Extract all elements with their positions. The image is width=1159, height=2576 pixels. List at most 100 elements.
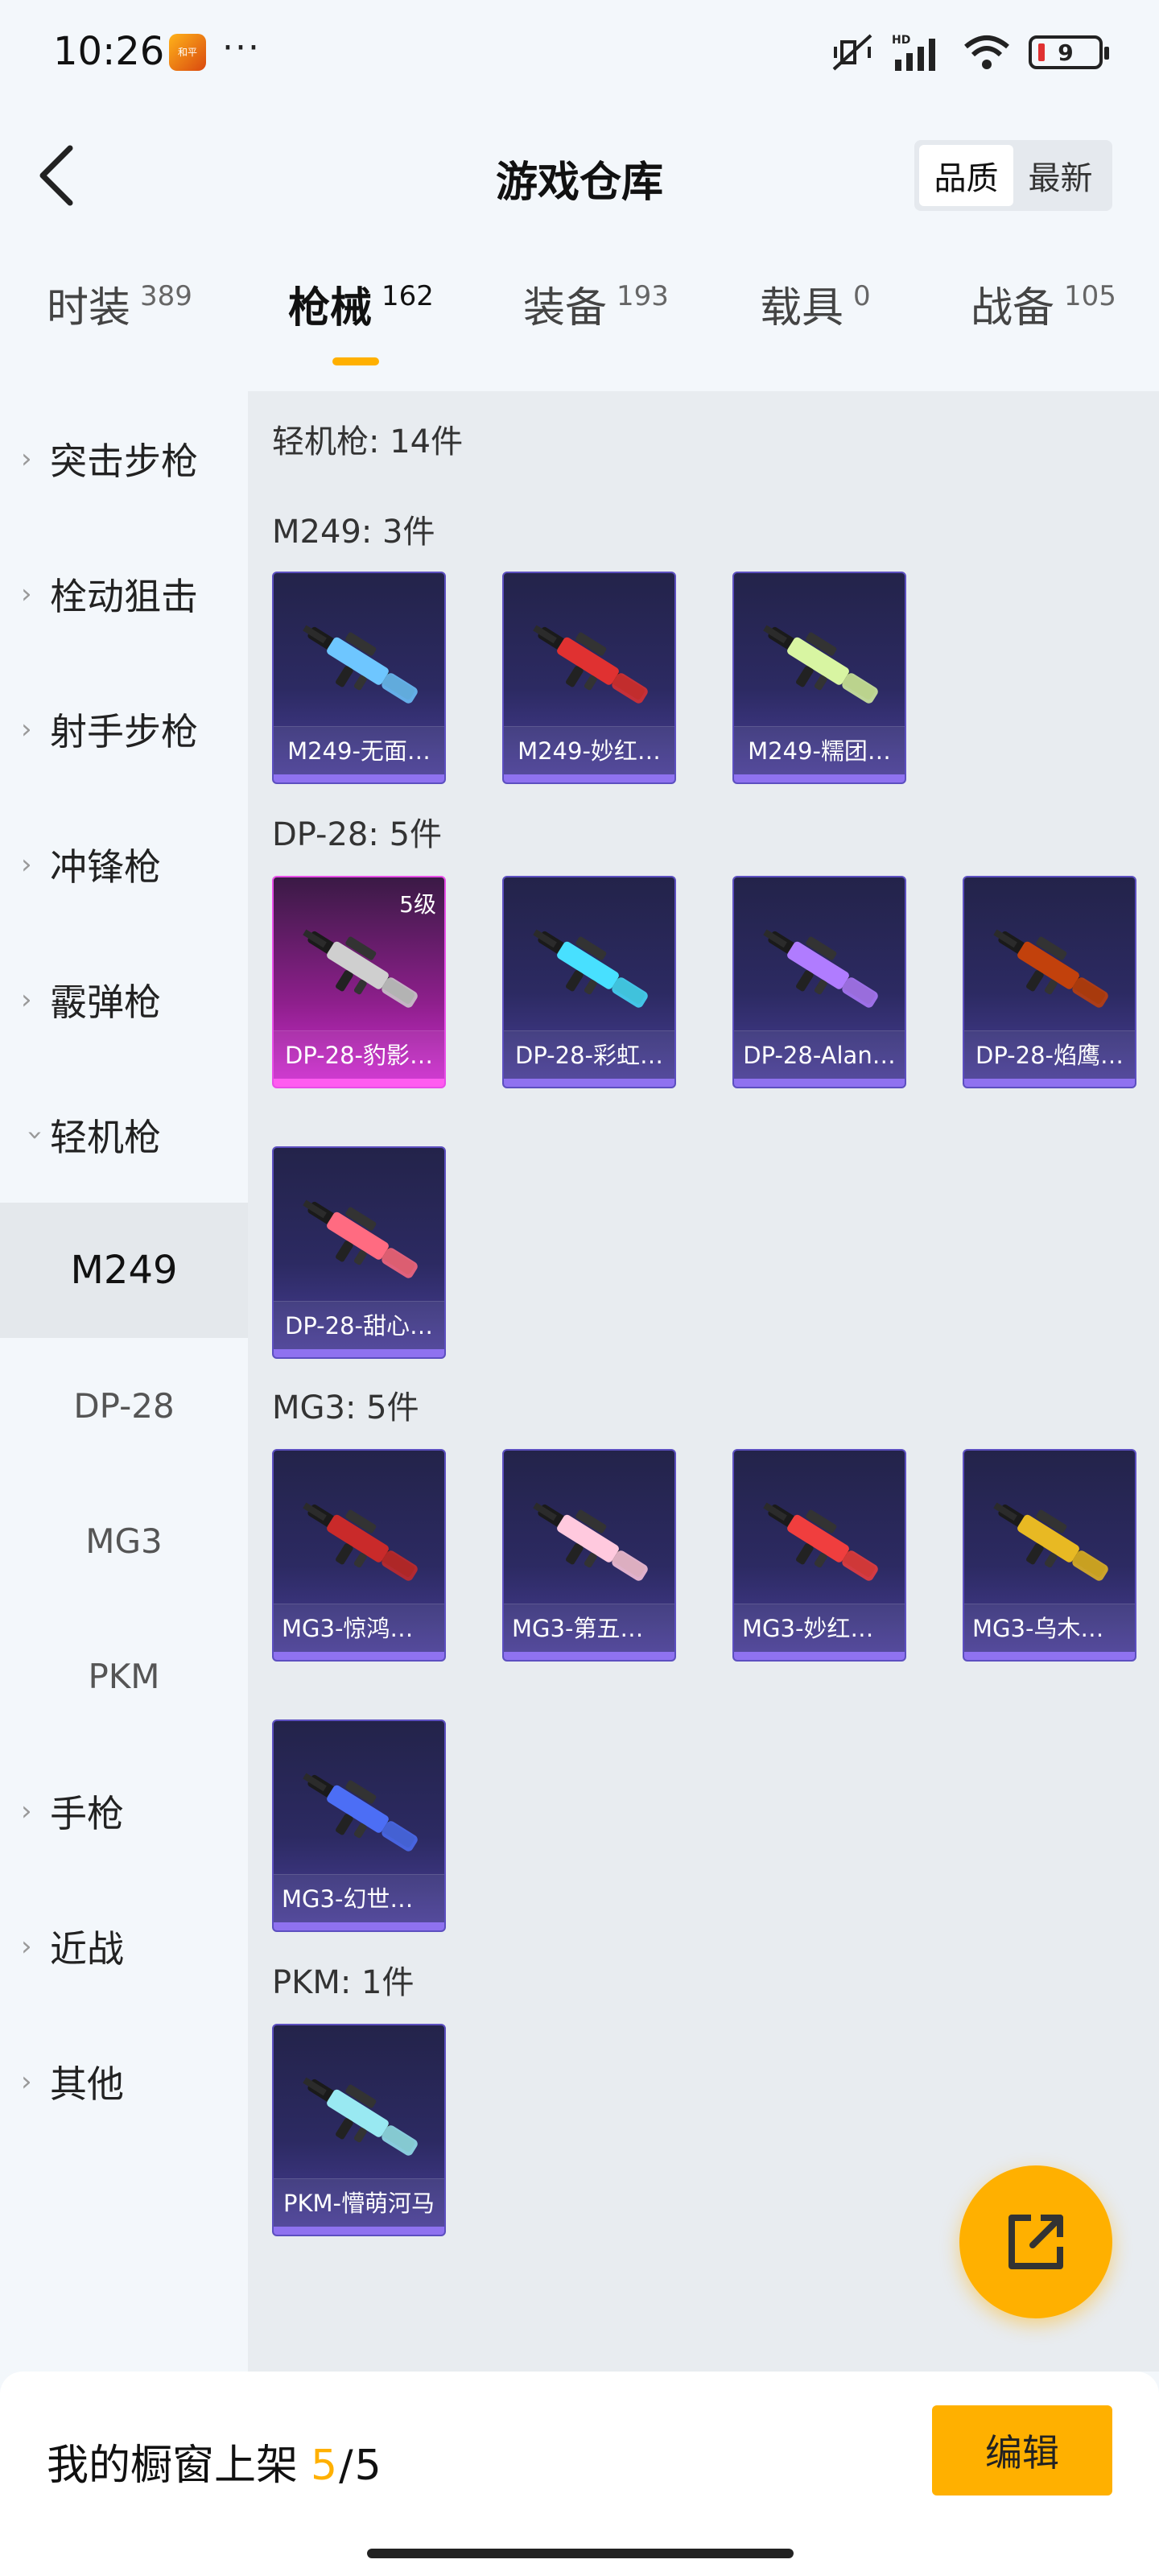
sidebar-item-label: 霰弹枪 (50, 980, 161, 1024)
tab-count: 105 (1064, 280, 1116, 312)
sidebar-item-bolt-sniper[interactable]: › 栓动狙击 (0, 526, 248, 662)
gun-part (566, 970, 584, 992)
item-card[interactable]: MG3-第五大道 (502, 1449, 676, 1662)
item-name: DP-28-Alan… (734, 1030, 905, 1079)
sidebar-item-other[interactable]: › 其他 (0, 2014, 248, 2149)
gun-skin-image (303, 2077, 418, 2156)
gun-part (336, 1241, 353, 1262)
tab-count: 0 (853, 280, 871, 312)
sidebar-subitem-mg3[interactable]: MG3 (0, 1473, 248, 1608)
gun-part (336, 1543, 353, 1565)
group-title-dp28: DP-28: 5件 (272, 816, 443, 853)
battery-icon: 9 (1029, 35, 1109, 69)
item-card[interactable]: MG3-妙红点点 (732, 1449, 906, 1662)
sidebar-item-label: 其他 (50, 2062, 124, 2106)
gun-skin-image (303, 1773, 418, 1852)
tab-vehicles[interactable]: 载具 0 (760, 274, 871, 334)
chevron-right-icon: › (21, 984, 32, 1016)
item-card[interactable]: PKM-懵萌河马 (272, 2024, 446, 2236)
chevron-right-icon: › (21, 1795, 32, 1827)
showcase-total-count: 5 (354, 2442, 382, 2490)
sidebar-item-label: 轻机枪 (50, 1116, 161, 1159)
category-sidebar: › 突击步枪 › 栓动狙击 › 射手步枪 › 冲锋枪 › 霰弹枪 › 轻机枪 M… (0, 391, 248, 2372)
edit-button[interactable]: 编辑 (932, 2405, 1112, 2496)
chevron-right-icon: › (21, 713, 32, 745)
group-title-pkm: PKM: 1件 (272, 1964, 415, 2001)
showcase-current-count: 5 (311, 2442, 338, 2490)
item-card[interactable]: DP-28-Alan… (732, 876, 906, 1088)
gun-skin-image (533, 625, 648, 704)
item-card[interactable]: MG3-乌木金纹 (963, 1449, 1136, 1662)
battery-low-indicator (1038, 43, 1045, 61)
item-card[interactable]: M249-妙红… (502, 572, 676, 784)
share-button[interactable] (959, 2165, 1112, 2318)
sidebar-item-smg[interactable]: › 冲锋枪 (0, 797, 248, 932)
item-name: DP-28-豹影… (274, 1030, 444, 1079)
app-notification-icon: 和平 (169, 34, 206, 71)
category-tabs: 时装 389 枪械 162 装备 193 载具 0 战备 105 (0, 274, 1159, 370)
item-name: DP-28-彩虹… (504, 1030, 674, 1079)
item-name: MG3-幻世战… (274, 1874, 444, 1922)
sidebar-item-label: 手枪 (50, 1792, 124, 1835)
sidebar-subitem-dp28[interactable]: DP-28 (0, 1338, 248, 1473)
tab-guns[interactable]: 枪械 162 (288, 274, 434, 365)
item-name: DP-28-甜心… (274, 1301, 444, 1349)
gun-part (796, 666, 814, 687)
bottom-bar: 我的橱窗上架 5 / 5 编辑 (0, 2372, 1159, 2576)
tab-count: 193 (617, 280, 669, 312)
gun-skin-image (993, 1502, 1108, 1581)
sidebar-subitem-pkm[interactable]: PKM (0, 1608, 248, 1744)
tab-equipment[interactable]: 装备 193 (523, 274, 669, 334)
status-icons: HD 9 (831, 32, 1109, 72)
sidebar-item-pistol[interactable]: › 手枪 (0, 1744, 248, 1879)
gun-part (336, 2118, 353, 2140)
signal-icon: HD (892, 34, 935, 71)
sidebar-item-label: 突击步枪 (50, 440, 198, 483)
more-notifications-icon: ··· (222, 27, 261, 68)
item-card[interactable]: MG3-惊鸿侠骨 (272, 1449, 446, 1662)
sidebar-item-marksman-rifle[interactable]: › 射手步枪 (0, 662, 248, 797)
sidebar-item-label: 射手步枪 (50, 710, 198, 753)
gun-part (336, 1814, 353, 1835)
tab-label: 时装 (47, 284, 131, 332)
header: 游戏仓库 品质 最新 (0, 121, 1159, 233)
status-bar: 10:26 和平 ··· HD 9 (0, 0, 1159, 105)
chevron-right-icon: › (21, 443, 32, 475)
item-level-badge: 5级 (399, 891, 436, 918)
gun-part (566, 666, 584, 687)
item-card[interactable]: MG3-幻世战… (272, 1719, 446, 1932)
sidebar-item-lmg[interactable]: › 轻机枪 (0, 1067, 248, 1203)
active-tab-indicator (332, 357, 379, 365)
item-card[interactable]: DP-28-彩虹… (502, 876, 676, 1088)
category-summary: 轻机枪: 14件 (272, 423, 464, 460)
sidebar-subitem-m249[interactable]: M249 (0, 1203, 248, 1338)
item-card[interactable]: M249-糯团… (732, 572, 906, 784)
sidebar-item-shotgun[interactable]: › 霰弹枪 (0, 932, 248, 1067)
item-name: PKM-懵萌河马 (274, 2178, 444, 2227)
tab-fashion[interactable]: 时装 389 (47, 274, 192, 334)
sort-by-newest[interactable]: 最新 (1013, 145, 1107, 206)
chevron-right-icon: › (21, 2066, 32, 2098)
sidebar-item-label: 近战 (50, 1927, 124, 1971)
sidebar-item-assault-rifle[interactable]: › 突击步枪 (0, 391, 248, 526)
sidebar-item-label: 栓动狙击 (50, 575, 198, 618)
battery-level: 9 (1058, 39, 1074, 66)
item-card[interactable]: DP-28-焰鹰… (963, 876, 1136, 1088)
gun-skin-image (763, 625, 878, 704)
gun-skin-image (533, 1502, 648, 1581)
signal-hd-label: HD (892, 34, 910, 47)
sort-by-quality[interactable]: 品质 (919, 145, 1013, 206)
item-card[interactable]: 5级 DP-28-豹影… (272, 876, 446, 1088)
sidebar-item-melee[interactable]: › 近战 (0, 1879, 248, 2014)
chevron-right-icon: › (21, 848, 32, 881)
item-name: M249-无面… (274, 726, 444, 774)
home-indicator[interactable] (367, 2549, 794, 2558)
mute-vibrate-icon (832, 34, 872, 71)
tab-battle-prep[interactable]: 战备 105 (971, 274, 1116, 334)
item-name: MG3-乌木金纹 (964, 1604, 1135, 1652)
item-name: M249-糯团… (734, 726, 905, 774)
gun-part (1026, 1543, 1044, 1565)
item-card[interactable]: M249-无面… (272, 572, 446, 784)
item-card[interactable]: DP-28-甜心… (272, 1146, 446, 1359)
item-name: M249-妙红… (504, 726, 674, 774)
